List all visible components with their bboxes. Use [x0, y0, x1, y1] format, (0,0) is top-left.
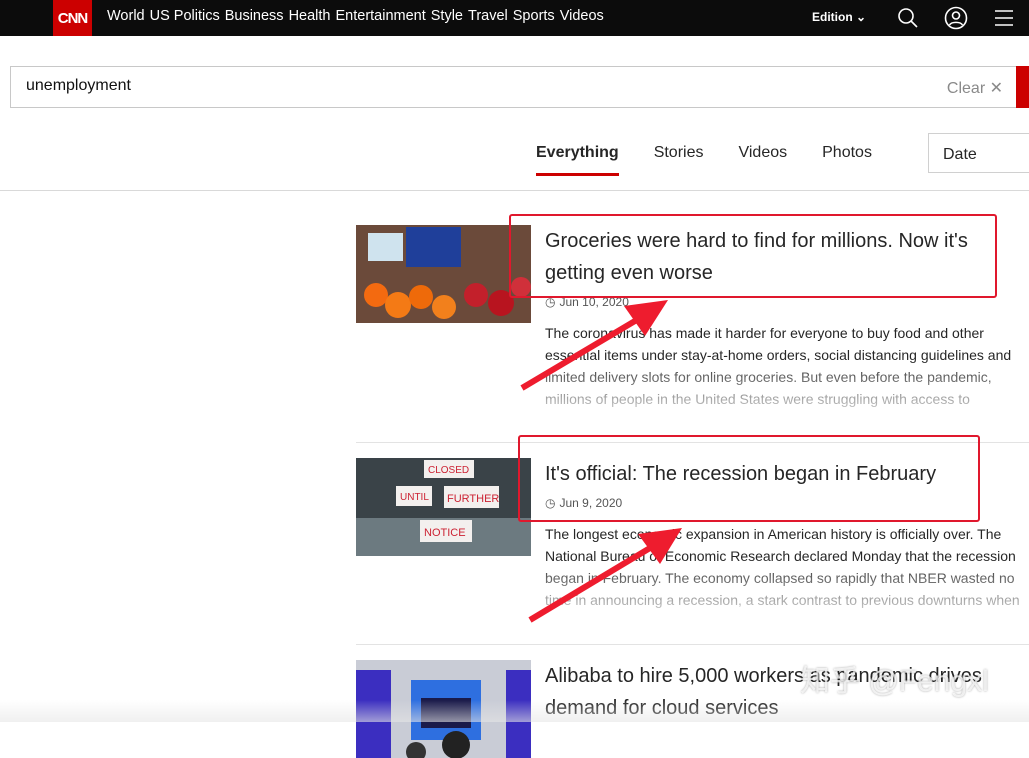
arrow-icon [520, 300, 668, 391]
annotation-arrows [520, 300, 682, 623]
bottom-fade [0, 700, 1029, 722]
arrow-icon [528, 528, 682, 623]
watermark: 知乎 @Fengxl [800, 665, 989, 698]
